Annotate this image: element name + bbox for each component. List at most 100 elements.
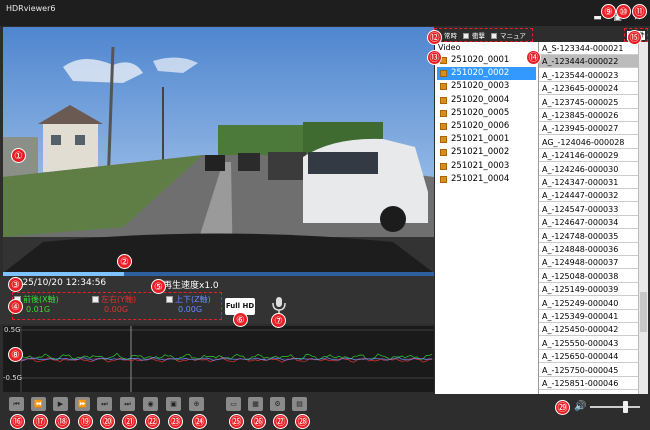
zoom-icon[interactable]: ⊕	[189, 397, 204, 411]
file-list[interactable]: A_S-123344-000021 A_-123444-000022 A_-1235…	[538, 42, 638, 394]
file-row[interactable]: A_-124246-000030	[539, 163, 638, 176]
callout-badge: ㉖	[251, 414, 266, 429]
tree-item[interactable]: 251021_0001	[437, 133, 536, 146]
tree-item-label: 251020_0005	[451, 107, 510, 118]
file-row[interactable]: A_-125851-000046	[539, 377, 638, 390]
tree-item-label: 251020_0006	[451, 121, 510, 131]
file-row[interactable]: A_-125249-000040	[539, 297, 638, 310]
tree-item[interactable]: 251020_0005	[437, 107, 536, 120]
callout-badge: ㉔	[192, 414, 207, 429]
folder-icon	[440, 96, 447, 104]
tree-item[interactable]: 251021_0004	[437, 173, 536, 186]
file-row[interactable]: AG_-124046-000028	[539, 136, 638, 149]
folder-tree[interactable]: Video 251020_0001 251020_0002 251020_0003 2…	[435, 42, 538, 394]
callout-badge: ⑲	[78, 414, 93, 429]
graph-bottom-label: -0.5G	[3, 374, 23, 382]
playback-speed[interactable]: 再生速度x1.0	[163, 278, 219, 291]
file-row[interactable]: A_-123845-000026	[539, 109, 638, 122]
video-frame[interactable]	[3, 27, 434, 273]
tree-item-label: 251020_0001	[451, 55, 510, 65]
callout-badge: ⑳	[100, 414, 115, 429]
file-row[interactable]: A_-124146-000029	[539, 149, 638, 163]
file-list-scrollbar[interactable]	[638, 42, 648, 394]
file-row[interactable]: A_-125048-000038	[539, 270, 638, 283]
callout-badge: ㉙	[555, 400, 570, 415]
file-row[interactable]: A_-123745-000025	[539, 96, 638, 109]
callout-badge: ③	[8, 277, 23, 292]
file-row[interactable]: A_-124948-000037	[539, 256, 638, 270]
folder-icon	[440, 83, 447, 91]
callout-badge: ⑨	[601, 4, 616, 19]
file-row[interactable]: A_-125450-000042	[539, 323, 638, 337]
tree-item[interactable]: 251020_0002	[437, 67, 536, 81]
file-row[interactable]: A_-123645-000024	[539, 82, 638, 96]
file-row[interactable]: A_-124547-000033	[539, 203, 638, 216]
tree-item-label: 251021_0003	[451, 160, 510, 171]
folder-icon[interactable]: ▭	[226, 397, 241, 411]
volume-icon[interactable]: 🔊	[574, 401, 586, 412]
skip-end-icon[interactable]: ⏭	[120, 397, 135, 411]
folder-icon	[440, 109, 447, 117]
step-forward-icon[interactable]: ⏩	[75, 397, 90, 411]
tree-item-label: 251020_0002	[451, 68, 510, 79]
file-row[interactable]: A_-125149-000039	[539, 283, 638, 297]
callout-badge: ㉘	[295, 414, 310, 429]
gsensor-graph[interactable]: 0.5G -0.5G	[3, 326, 434, 392]
step-back-icon[interactable]: ⏪	[31, 397, 46, 411]
file-row[interactable]: A_-123544-000023	[539, 69, 638, 82]
file-row[interactable]: A_-124347-000031	[539, 176, 638, 189]
file-row[interactable]: A_-125650-000044	[539, 350, 638, 364]
volume-slider[interactable]	[590, 406, 640, 408]
tree-root[interactable]: Video	[438, 43, 460, 52]
tree-item[interactable]: 251020_0001	[437, 54, 536, 67]
fast-forward-icon[interactable]: ⏭	[97, 397, 112, 411]
file-row[interactable]: A_S-123344-000021	[539, 42, 638, 55]
callout-badge: ②	[117, 254, 132, 269]
file-row[interactable]: A_-123945-000027	[539, 122, 638, 136]
dashcam-scene	[3, 27, 434, 273]
camera-icon[interactable]: ◉	[143, 397, 158, 411]
settings-icon[interactable]: ⚙	[270, 397, 285, 411]
callout-badge: ㉗	[273, 414, 288, 429]
file-row[interactable]: A_-125349-000041	[539, 310, 638, 323]
tree-item[interactable]: 251021_0002	[437, 146, 536, 159]
file-row[interactable]: A_-124748-000035	[539, 230, 638, 243]
folder-icon	[440, 162, 447, 170]
tree-item-label: 251021_0001	[451, 134, 510, 145]
file-row[interactable]: A_-124848-000036	[539, 243, 638, 256]
file-row[interactable]: A_-123444-000022	[539, 55, 638, 69]
tree-item-label: 251020_0003	[451, 81, 510, 92]
file-row[interactable]: A_-125550-000043	[539, 337, 638, 350]
callout-badge: ⑬	[427, 50, 442, 65]
callout-badge: ⑦	[271, 313, 286, 328]
callout-badge: ㉓	[168, 414, 183, 429]
callout-badge: ⑥	[233, 312, 248, 327]
tree-item[interactable]: 251020_0003	[437, 80, 536, 93]
filters-highlight-box	[434, 28, 533, 42]
snapshot-icon[interactable]: ▣	[166, 397, 181, 411]
callout-badge: ⑪	[632, 4, 647, 19]
graph-top-label: 0.5G	[4, 326, 21, 334]
file-row[interactable]: A_-124447-000032	[539, 189, 638, 203]
tree-item[interactable]: 251020_0006	[437, 120, 536, 133]
callout-badge: ㉕	[229, 414, 244, 429]
gsensor-waveform	[20, 326, 434, 392]
save-icon[interactable]: ▤	[292, 397, 307, 411]
folder-icon	[440, 123, 447, 130]
file-row[interactable]: A_-124647-000034	[539, 216, 638, 230]
folder-icon	[440, 70, 447, 78]
folder-icon	[440, 149, 447, 157]
callout-badge: ⑤	[151, 279, 166, 294]
tree-item-label: 251020_0004	[451, 94, 510, 105]
callout-badge: ⑱	[55, 414, 70, 429]
scrollbar-thumb[interactable]	[640, 292, 647, 332]
file-row[interactable]: A_-125750-000045	[539, 364, 638, 377]
delete-icon[interactable]: ▦	[248, 397, 263, 411]
callout-badge: ⑫	[427, 30, 442, 45]
play-icon[interactable]: ▶	[53, 397, 68, 411]
tree-item[interactable]: 251021_0003	[437, 160, 536, 173]
volume-thumb[interactable]	[623, 401, 628, 413]
skip-start-icon[interactable]: ⏮	[9, 397, 24, 411]
tree-item[interactable]: 251020_0004	[437, 94, 536, 107]
microphone-icon[interactable]	[270, 295, 288, 315]
